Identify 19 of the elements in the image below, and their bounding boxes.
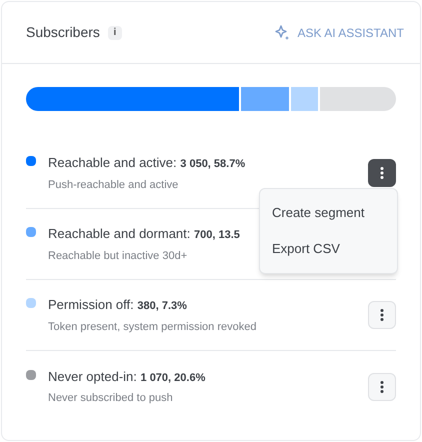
segment-label: Never opted-in: 1 070, 20.6%	[48, 368, 206, 386]
more-button[interactable]	[368, 372, 396, 400]
segment-label: Reachable and active: 3 050, 58.7%	[48, 154, 246, 172]
segment-label: Permission off: 380, 7.3%	[48, 296, 188, 314]
more-button[interactable]	[368, 159, 396, 187]
info-icon[interactable]: i	[108, 26, 122, 40]
menu-item[interactable]: Create segment	[260, 195, 397, 231]
segment-description: Push-reachable and active	[48, 178, 180, 192]
more-button[interactable]	[368, 301, 396, 329]
segment-description: Token present, system permission revoked	[48, 320, 256, 334]
segment-description: Reachable but inactive 30d+	[48, 248, 188, 264]
more-icon	[380, 380, 384, 392]
card-title: Subscribers	[26, 23, 100, 42]
more-icon	[380, 167, 384, 179]
menu-item[interactable]: Export CSV	[260, 231, 397, 267]
more-icon	[380, 309, 384, 321]
segment-label: Reachable and dormant: 700, 13.5	[48, 225, 240, 243]
sparkle-icon	[274, 25, 290, 40]
segment-description: Never subscribed to push	[48, 391, 174, 406]
